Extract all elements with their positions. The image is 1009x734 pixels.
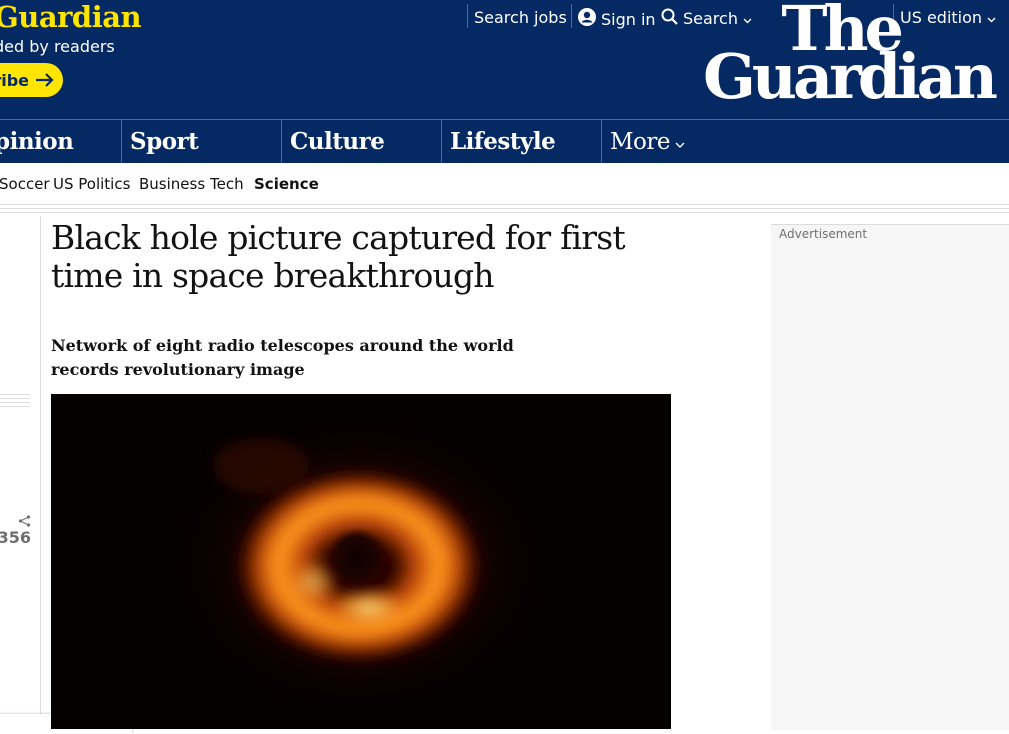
sign-in-link[interactable]: Sign in (578, 8, 656, 30)
hero-image-black-hole[interactable] (51, 394, 671, 729)
subnav-us-politics[interactable]: US Politics (53, 175, 130, 193)
article-headline: Black hole picture captured for first ti… (51, 218, 626, 295)
subscribe-label: ribe (0, 70, 29, 90)
chevron-down-icon (675, 129, 685, 155)
meta-column-border (40, 216, 41, 729)
pillar-opinion[interactable]: pinion (0, 120, 74, 163)
sign-in-label: Sign in (601, 9, 656, 29)
pillar-more[interactable]: More (610, 120, 685, 163)
guardian-logo[interactable]: The Guardian (700, 0, 1000, 113)
logo-line-2: Guardian (702, 40, 998, 113)
subnav-business[interactable]: Business (139, 175, 205, 193)
pillar-culture[interactable]: Culture (290, 120, 385, 163)
arrow-right-icon (35, 72, 55, 88)
pillar-sport[interactable]: Sport (130, 120, 199, 163)
top-divider (467, 4, 468, 28)
user-icon (578, 8, 596, 30)
subnav-soccer[interactable]: Soccer (0, 175, 50, 193)
share-count: ,356 (0, 528, 31, 547)
advertisement-slot[interactable]: Advertisement (771, 224, 1009, 730)
meta-rules (0, 394, 30, 410)
top-divider (571, 4, 572, 28)
article-standfirst: Network of eight radio telescopes around… (51, 336, 514, 379)
pillar-nav: pinion Sport Culture Lifestyle More (0, 119, 1009, 163)
pillar-divider (281, 120, 282, 163)
pillar-divider (121, 120, 122, 163)
search-jobs-link[interactable]: Search jobs (474, 8, 567, 27)
pillar-divider (441, 120, 442, 163)
pillar-divider (601, 120, 602, 163)
search-icon (661, 8, 678, 29)
pillar-more-label: More (610, 128, 671, 155)
support-subtitle: ded by readers (0, 37, 115, 56)
advertisement-label: Advertisement (779, 227, 868, 241)
search-jobs-label: Search jobs (474, 8, 567, 27)
pillar-lifestyle[interactable]: Lifestyle (450, 120, 556, 163)
subnav-tech[interactable]: Tech (210, 175, 244, 193)
support-title: Guardian (0, 0, 142, 34)
masthead: Guardian ded by readers ribe Search jobs… (0, 0, 1009, 120)
subnav-science[interactable]: Science (254, 175, 319, 193)
sub-nav: Soccer US Politics Business Tech Science (0, 162, 1009, 204)
section-rules (0, 204, 1009, 215)
subscribe-button[interactable]: ribe (0, 63, 63, 97)
